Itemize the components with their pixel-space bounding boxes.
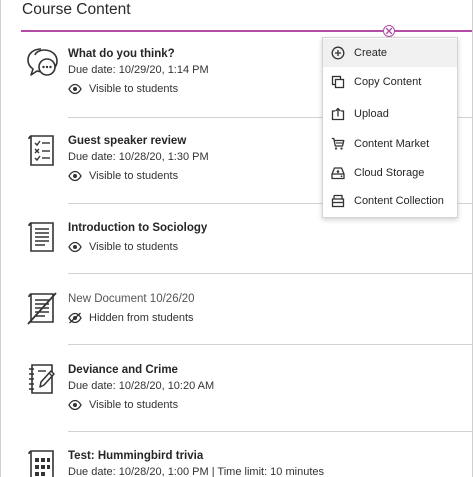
visibility-toggle[interactable]: Visible to students: [68, 81, 209, 97]
menu-item-content-market[interactable]: Content Market: [323, 130, 457, 158]
visibility-label: Visible to students: [89, 170, 179, 182]
hidden-document-icon: [27, 292, 57, 325]
discussion-icon: [27, 48, 58, 76]
page-title: Course Content: [22, 1, 131, 18]
item-title[interactable]: New Document 10/26/20: [68, 291, 195, 307]
item-separator: [68, 273, 472, 274]
cloud-storage-icon: [331, 167, 345, 180]
add-content-menu: Create Copy Content Upload Content Marke…: [322, 37, 458, 218]
visibility-label: Visible to students: [89, 241, 179, 253]
item-title[interactable]: What do you think?: [68, 46, 209, 62]
menu-item-label: Upload: [354, 108, 389, 120]
add-content-button[interactable]: [383, 25, 395, 37]
copy-icon: [331, 75, 345, 89]
item-title[interactable]: Test: Hummingbird trivia: [68, 448, 324, 464]
item-title[interactable]: Guest speaker review: [68, 133, 209, 149]
item-title[interactable]: Introduction to Sociology: [68, 220, 207, 236]
visibility-toggle[interactable]: Visible to students: [68, 168, 209, 184]
cart-icon: [331, 137, 345, 150]
eye-icon: [68, 399, 82, 411]
menu-item-label: Copy Content: [354, 76, 422, 88]
menu-item-label: Create: [354, 47, 388, 59]
add-content-divider[interactable]: [21, 30, 472, 32]
visibility-toggle[interactable]: Visible to students: [68, 239, 207, 255]
close-icon: [385, 27, 393, 35]
visibility-toggle[interactable]: Visible to students: [68, 397, 214, 413]
item-separator: [68, 344, 472, 345]
item-due-date: Due date: 10/29/20, 1:14 PM: [68, 64, 209, 76]
plus-circle-icon: [331, 46, 345, 60]
assignment-icon: [28, 135, 54, 166]
visibility-label: Visible to students: [89, 83, 179, 95]
eye-icon: [68, 170, 82, 182]
item-due-date: Due date: 10/28/20, 1:00 PM | Time limit…: [68, 466, 324, 477]
menu-item-label: Content Market: [354, 138, 430, 150]
visibility-label: Visible to students: [89, 399, 179, 411]
item-due-date: Due date: 10/28/20, 1:30 PM: [68, 151, 209, 163]
eye-slash-icon: [68, 312, 82, 324]
test-icon: [28, 450, 54, 477]
collection-icon: [331, 194, 345, 208]
document-icon: [28, 222, 54, 252]
item-separator: [68, 431, 472, 432]
visibility-toggle[interactable]: Hidden from students: [68, 310, 195, 326]
menu-item-create[interactable]: Create: [323, 39, 457, 67]
menu-item-copy-content[interactable]: Copy Content: [323, 68, 457, 96]
visibility-label: Hidden from students: [89, 312, 194, 324]
menu-item-upload[interactable]: Upload: [323, 100, 457, 128]
item-due-date: Due date: 10/28/20, 10:20 AM: [68, 380, 215, 392]
menu-item-content-collection[interactable]: Content Collection: [323, 187, 457, 215]
menu-item-label: Content Collection: [354, 195, 444, 207]
item-title[interactable]: Deviance and Crime: [68, 362, 214, 378]
menu-item-cloud-storage[interactable]: Cloud Storage: [323, 159, 457, 187]
menu-item-label: Cloud Storage: [354, 167, 425, 179]
journal-icon: [29, 364, 55, 394]
upload-icon: [331, 107, 345, 121]
eye-icon: [68, 83, 82, 95]
eye-icon: [68, 241, 82, 253]
